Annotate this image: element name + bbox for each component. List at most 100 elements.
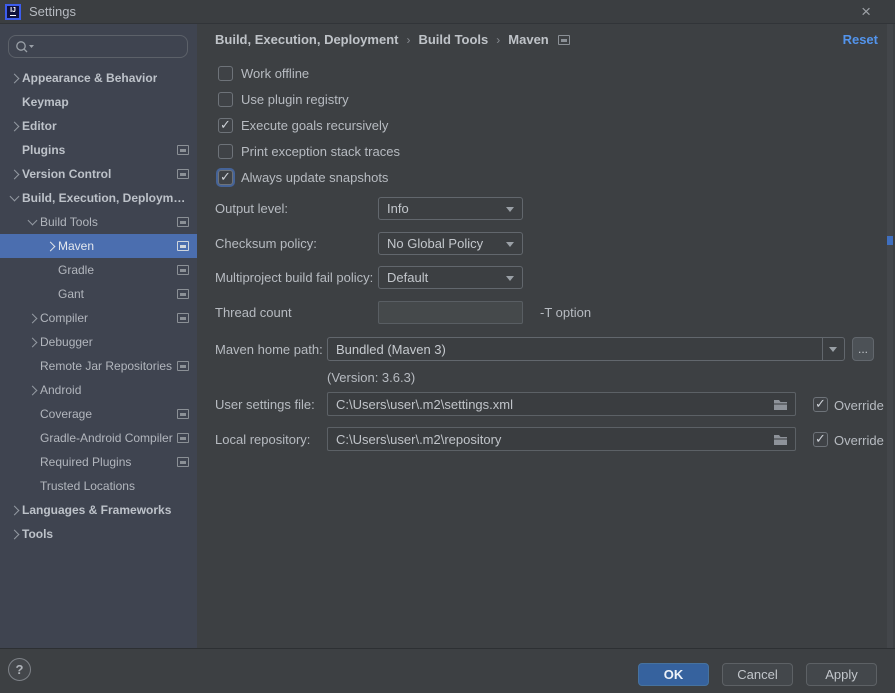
checkbox-label: Use plugin registry [241, 92, 349, 107]
maven-version-note: (Version: 3.6.3) [327, 370, 415, 385]
chevron-right-icon[interactable] [26, 335, 40, 349]
chevron-down-icon[interactable] [822, 338, 844, 360]
sidebar-item-label: Trusted Locations [40, 479, 135, 493]
settings-badge-icon [177, 409, 189, 419]
checkbox-row-use-plugin-registry[interactable]: Use plugin registry [218, 86, 400, 112]
override-checkbox[interactable] [813, 397, 828, 412]
checkbox[interactable] [218, 66, 233, 81]
checkbox[interactable] [218, 118, 233, 133]
override-label: Override [834, 398, 884, 413]
sidebar-item-debugger[interactable]: Debugger [0, 330, 197, 354]
folder-icon[interactable] [773, 434, 788, 446]
settings-badge-icon [177, 265, 189, 275]
dialog-footer: ? OK Cancel Apply [0, 648, 895, 693]
local-repository-value: C:\Users\user\.m2\repository [336, 432, 501, 447]
settings-badge-icon [177, 433, 189, 443]
breadcrumb-part[interactable]: Build Tools [418, 32, 488, 47]
sidebar-item-editor[interactable]: Editor [0, 114, 197, 138]
chevron-down-icon[interactable] [26, 215, 40, 229]
sidebar-item-label: Keymap [22, 95, 69, 109]
chevron-right-icon[interactable] [26, 311, 40, 325]
checkbox-row-work-offline[interactable]: Work offline [218, 60, 400, 86]
sidebar-item-gant[interactable]: Gant [0, 282, 197, 306]
maven-home-label: Maven home path: [215, 342, 323, 357]
local-repository-input[interactable]: C:\Users\user\.m2\repository [327, 427, 796, 451]
sidebar-item-label: Android [40, 383, 81, 397]
checksum-policy-select[interactable]: No Global Policy [378, 232, 523, 255]
sidebar-item-maven[interactable]: Maven [0, 234, 197, 258]
multiproject-policy-label: Multiproject build fail policy: [215, 270, 373, 285]
help-button[interactable]: ? [8, 658, 31, 681]
scrollbar[interactable] [887, 24, 893, 648]
sidebar-item-label: Tools [22, 527, 53, 541]
breadcrumb-part[interactable]: Maven [508, 32, 548, 47]
breadcrumb: Build, Execution, Deployment › Build Too… [215, 32, 570, 47]
chevron-down-icon[interactable] [8, 191, 22, 205]
sidebar-item-build-execution-deployment[interactable]: Build, Execution, Deployment [0, 186, 197, 210]
sidebar-item-required-plugins[interactable]: Required Plugins [0, 450, 197, 474]
output-level-select[interactable]: Info [378, 197, 523, 220]
sidebar-item-coverage[interactable]: Coverage [0, 402, 197, 426]
checkbox[interactable] [218, 170, 233, 185]
search-icon [15, 40, 37, 54]
breadcrumb-separator: › [398, 33, 418, 47]
checkbox-row-print-exception-stack-traces[interactable]: Print exception stack traces [218, 138, 400, 164]
chevron-right-icon[interactable] [8, 503, 22, 517]
apply-button[interactable]: Apply [806, 663, 877, 686]
sidebar-item-plugins[interactable]: Plugins [0, 138, 197, 162]
multiproject-policy-select[interactable]: Default [378, 266, 523, 289]
override-checkbox[interactable] [813, 432, 828, 447]
sidebar-item-tools[interactable]: Tools [0, 522, 197, 546]
ok-button[interactable]: OK [638, 663, 709, 686]
checkbox[interactable] [218, 92, 233, 107]
settings-search-box[interactable] [8, 35, 188, 58]
sidebar-item-gradle[interactable]: Gradle [0, 258, 197, 282]
maven-home-select[interactable]: Bundled (Maven 3) [327, 337, 845, 361]
chevron-right-icon [44, 263, 58, 277]
close-icon[interactable]: × [861, 2, 871, 22]
chevron-right-icon[interactable] [8, 71, 22, 85]
sidebar-item-label: Languages & Frameworks [22, 503, 171, 517]
sidebar-item-version-control[interactable]: Version Control [0, 162, 197, 186]
sidebar-item-label: Build Tools [40, 215, 98, 229]
t-option-hint: -T option [540, 305, 591, 320]
sidebar-item-gradle-android-compiler[interactable]: Gradle-Android Compiler [0, 426, 197, 450]
settings-sidebar: Appearance & Behavior Keymap EditorPlugins… [0, 24, 197, 648]
sidebar-item-android[interactable]: Android [0, 378, 197, 402]
chevron-right-icon[interactable] [8, 119, 22, 133]
settings-tree: Appearance & Behavior Keymap EditorPlugins… [0, 66, 197, 546]
reset-link[interactable]: Reset [843, 32, 878, 47]
sidebar-item-label: Gradle [58, 263, 94, 277]
user-settings-input[interactable]: C:\Users\user\.m2\settings.xml [327, 392, 796, 416]
chevron-right-icon[interactable] [26, 383, 40, 397]
checkbox-label: Print exception stack traces [241, 144, 400, 159]
browse-button[interactable]: ... [852, 337, 874, 361]
chevron-right-icon[interactable] [8, 527, 22, 541]
sidebar-item-trusted-locations[interactable]: Trusted Locations [0, 474, 197, 498]
chevron-right-icon[interactable] [8, 167, 22, 181]
sidebar-item-build-tools[interactable]: Build Tools [0, 210, 197, 234]
checksum-policy-label: Checksum policy: [215, 236, 317, 251]
thread-count-input[interactable] [378, 301, 523, 324]
checkbox-label: Execute goals recursively [241, 118, 388, 133]
chevron-right-icon[interactable] [44, 239, 58, 253]
checkbox-row-execute-goals-recursively[interactable]: Execute goals recursively [218, 112, 400, 138]
sidebar-item-appearance-behavior[interactable]: Appearance & Behavior [0, 66, 197, 90]
search-input[interactable] [37, 40, 167, 54]
sidebar-item-languages-frameworks[interactable]: Languages & Frameworks [0, 498, 197, 522]
sidebar-item-label: Coverage [40, 407, 92, 421]
chevron-down-icon [506, 242, 514, 247]
folder-icon[interactable] [773, 399, 788, 411]
sidebar-item-compiler[interactable]: Compiler [0, 306, 197, 330]
settings-badge-icon [177, 361, 189, 371]
sidebar-item-remote-jar-repositories[interactable]: Remote Jar Repositories [0, 354, 197, 378]
sidebar-item-keymap[interactable]: Keymap [0, 90, 197, 114]
checkbox-row-always-update-snapshots[interactable]: Always update snapshots [218, 164, 400, 190]
settings-dialog: IJ Settings × Appearance & BehaviorKeyma… [0, 0, 895, 693]
chevron-right-icon [26, 455, 40, 469]
search-history-arrow-icon [29, 45, 34, 48]
cancel-button[interactable]: Cancel [722, 663, 793, 686]
settings-badge-icon [177, 289, 189, 299]
checkbox[interactable] [218, 144, 233, 159]
breadcrumb-part[interactable]: Build, Execution, Deployment [215, 32, 398, 47]
